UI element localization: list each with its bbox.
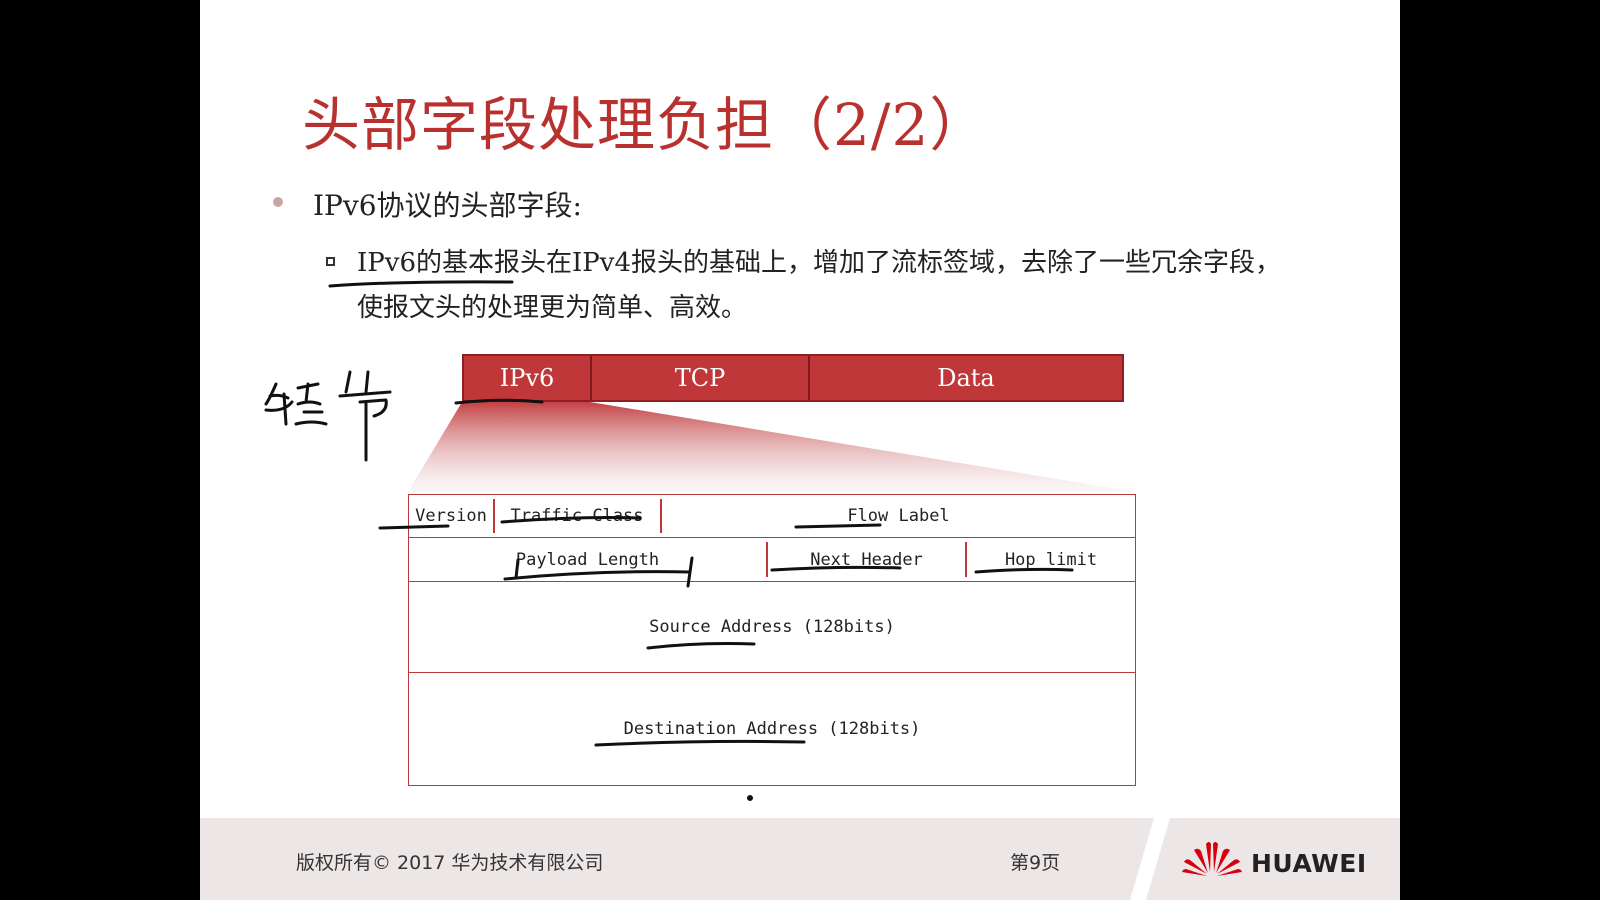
header-row-1: Version Traffic Class Flow Label	[409, 495, 1135, 538]
slide: 头部字段处理负担（2/2） IPv6协议的头部字段: IPv6的基本报头在IPv…	[200, 0, 1400, 900]
header-row-2: Payload Length Next Header Hop limit	[409, 538, 1135, 582]
flow-label-field: Flow Label	[847, 506, 950, 526]
version-field: Version	[415, 506, 487, 526]
packet-bar: IPv6 TCP Data	[462, 354, 1124, 402]
traffic-class-field: Traffic Class	[510, 506, 644, 526]
huawei-logo-icon	[1182, 842, 1242, 876]
source-address-field: Source Address (128bits)	[649, 617, 895, 637]
payload-length-field: Payload Length	[515, 549, 660, 570]
packet-data-cell: Data	[937, 364, 995, 392]
packet-ipv6-cell: IPv6	[464, 356, 592, 400]
destination-address-field: Destination Address (128bits)	[623, 719, 921, 739]
header-row-3: Source Address (128bits)	[409, 582, 1135, 673]
header-row-4: Destination Address (128bits)	[409, 673, 1135, 785]
huawei-logo-text: HUAWEI	[1251, 849, 1367, 878]
page-number: 第9页	[1010, 852, 1061, 874]
hop-limit-field: Hop limit	[1004, 549, 1098, 570]
copyright-text: 版权所有© 2017 华为技术有限公司	[296, 852, 604, 874]
footer-divider	[1130, 818, 1170, 900]
ipv6-header-table: Version Traffic Class Flow Label Payload…	[408, 494, 1136, 786]
packet-tcp-cell: TCP	[592, 356, 810, 400]
next-header-field: Next Header	[810, 549, 923, 570]
